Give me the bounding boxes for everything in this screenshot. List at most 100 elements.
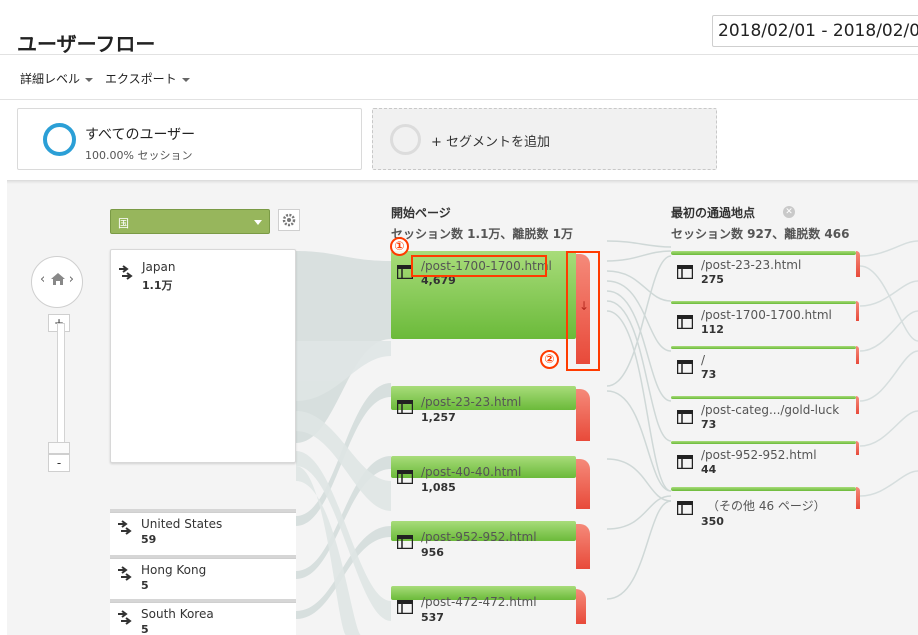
flow-canvas[interactable]: ‹ › + - 国 Japan 1.1万 United States 59 Ho… (7, 180, 918, 635)
annotation-marker-2: ② (540, 350, 559, 369)
country-count: 1.1万 (142, 279, 173, 292)
dropoff-bar[interactable] (856, 441, 859, 455)
page-icon (677, 455, 693, 469)
highlight-dropoff (566, 251, 600, 371)
node-volume-bar (671, 301, 856, 304)
country-node-hong-kong[interactable]: Hong Kong 5 (110, 555, 296, 600)
start-column-title: 開始ページ (391, 206, 451, 220)
node-volume-bar (671, 346, 856, 349)
entrance-arrow-icon (118, 520, 132, 535)
add-segment-button[interactable]: + セグメントを追加 (372, 108, 717, 170)
dimension-settings-button[interactable] (278, 209, 300, 231)
pan-control[interactable]: ‹ › (31, 256, 83, 308)
segment-name: すべてのユーザー (85, 127, 196, 143)
add-segment-label: + セグメントを追加 (431, 135, 551, 150)
zoom-out-button[interactable]: - (48, 454, 70, 472)
detail-level-menu[interactable]: 詳細レベル (20, 70, 94, 87)
caret-down-icon (85, 77, 94, 82)
segment-share: 100.00% セッション (85, 149, 193, 162)
dropoff-bar[interactable] (856, 396, 859, 414)
highlight-start-page-url (411, 255, 547, 277)
country-name: Hong Kong (141, 563, 207, 577)
page-icon (397, 535, 413, 549)
page-icon (677, 501, 693, 515)
detail-level-label: 詳細レベル (20, 72, 81, 86)
country-node-japan[interactable]: Japan 1.1万 (110, 249, 296, 463)
chevron-left-icon[interactable]: ‹ (40, 272, 45, 287)
page-url: /post-23-23.html (421, 395, 522, 409)
page-count: 112 (701, 323, 724, 336)
dimension-select[interactable]: 国 (110, 209, 270, 234)
page-icon (677, 360, 693, 374)
page-count: 537 (421, 611, 444, 624)
dropoff-bar[interactable] (856, 346, 859, 364)
dropoff-bar[interactable] (576, 459, 590, 509)
dropoff-bar[interactable] (856, 487, 860, 509)
page-count: 350 (701, 515, 724, 528)
toolbar-divider (0, 99, 918, 100)
dropoff-bar[interactable] (576, 589, 586, 624)
page-count: 73 (701, 368, 717, 381)
empty-ring-icon (390, 124, 421, 155)
node-volume-bar (671, 396, 856, 399)
entrance-arrow-icon (119, 265, 133, 280)
page-count: 275 (701, 273, 724, 286)
page-icon (677, 315, 693, 329)
country-count: 59 (141, 533, 157, 546)
entrance-arrow-icon (118, 566, 132, 581)
page-url: /post-952-952.html (701, 448, 817, 462)
start-column-subtitle: セッション数 1.1万、離脱数 1万 (391, 227, 573, 241)
page-url: /post-952-952.html (421, 530, 537, 544)
page-icon (677, 265, 693, 279)
zoom-slider-handle[interactable] (48, 442, 70, 454)
annotation-marker-1: ① (390, 237, 409, 256)
segment-ring-icon (43, 123, 76, 156)
home-icon[interactable] (50, 272, 66, 286)
dropoff-bar[interactable] (576, 389, 590, 441)
dropoff-bar[interactable] (856, 251, 860, 277)
canvas-top-shadow (7, 180, 918, 184)
step1-column-title: 最初の通過地点 (671, 206, 756, 220)
header-divider (0, 54, 918, 55)
dropoff-bar[interactable] (856, 301, 859, 321)
country-node-united-states[interactable]: United States 59 (110, 509, 296, 556)
page-icon (397, 470, 413, 484)
dropoff-bar[interactable] (576, 524, 590, 569)
page-icon (397, 400, 413, 414)
node-volume-bar (671, 487, 856, 491)
page-url: （その他 46 ページ） (707, 499, 826, 513)
entrance-arrow-icon (118, 610, 132, 625)
page-icon (677, 410, 693, 424)
page-icon (397, 600, 413, 614)
page-count: 1,257 (421, 411, 456, 424)
page-url: /post-categ.../gold-luck (701, 403, 840, 417)
gear-icon (282, 213, 296, 227)
chevron-right-icon[interactable]: › (69, 272, 74, 287)
date-range-picker[interactable]: 2018/02/01 - 2018/02/0 (712, 15, 918, 47)
close-icon[interactable]: ✕ (783, 206, 795, 218)
page-count: 1,085 (421, 481, 456, 494)
caret-down-icon (181, 77, 190, 82)
country-count: 5 (141, 623, 149, 635)
country-name: Japan (142, 260, 176, 274)
page-url: /post-40-40.html (421, 465, 522, 479)
dimension-select-label: 国 (118, 217, 129, 230)
page-url: / (701, 353, 706, 367)
page-count: 73 (701, 418, 717, 431)
export-label: エクスポート (105, 72, 177, 86)
country-count: 5 (141, 579, 149, 592)
page-count: 44 (701, 463, 717, 476)
node-volume-bar (671, 441, 856, 444)
country-name: South Korea (141, 607, 214, 621)
country-node-south-korea[interactable]: South Korea 5 (110, 599, 296, 635)
page-count: 956 (421, 546, 444, 559)
node-volume-bar (671, 251, 856, 255)
country-name: United States (141, 517, 223, 531)
page-url: /post-23-23.html (701, 258, 802, 272)
export-menu[interactable]: エクスポート (105, 70, 190, 87)
page-url: /post-472-472.html (421, 595, 537, 609)
page-title: ユーザーフロー (17, 32, 156, 56)
caret-down-icon (254, 220, 262, 225)
page-url: /post-1700-1700.html (701, 308, 832, 322)
segment-card-all-users[interactable]: すべてのユーザー 100.00% セッション (17, 108, 362, 170)
